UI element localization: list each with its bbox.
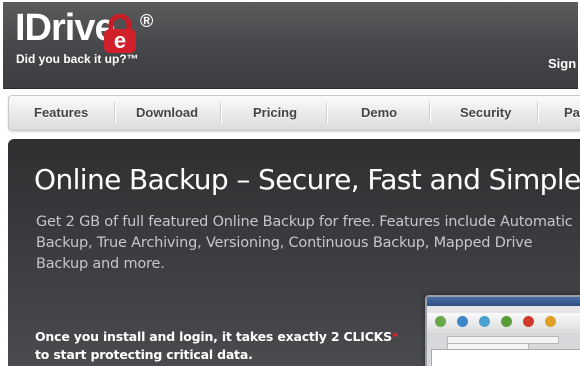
hero-cta-text: Once you install and login, it takes exa… [35,328,399,364]
restore-icon [457,316,468,327]
nav-item-pricing[interactable]: Pricing [253,96,297,130]
nav-divider [114,102,115,124]
search-icon [479,316,490,327]
hero-banner: Online Backup – Secure, Fast and Simple … [8,139,580,366]
nav-divider [326,102,327,124]
nav-item-features[interactable]: Features [34,96,88,130]
backup-icon [435,316,446,327]
padlock-icon: e [104,14,136,53]
nav-divider [220,102,221,124]
thumbnail-toolbar [427,313,580,333]
cta-asterisk: * [391,329,399,344]
logo-text: IDrive [15,7,116,49]
app-screenshot-thumbnail [425,295,580,366]
thumbnail-menubar [427,306,580,313]
cta-line-1: Once you install and login, it takes exa… [35,329,392,344]
svg-text:e: e [114,28,126,53]
settings-icon [545,316,556,327]
site-header: IDrive e ® Did you back it up?™ Sign [3,2,578,89]
sign-in-link[interactable]: Sign [548,56,576,71]
nav-divider [429,102,430,124]
registered-mark: ® [140,11,154,31]
cta-line-2: to start protecting critical data. [35,347,253,362]
nav-divider [537,102,538,124]
thumbnail-file-list [431,349,580,366]
nav-item-security[interactable]: Security [460,96,511,130]
hero-description: Get 2 GB of full featured Online Backup … [36,214,573,272]
tagline: Did you back it up?™ [16,52,139,66]
thumbnail-titlebar [427,297,580,306]
nav-item-partial[interactable]: Pa [564,96,580,130]
nav-item-download[interactable]: Download [136,96,198,130]
schedule-icon [501,316,512,327]
hero-title: Online Backup – Secure, Fast and Simple [34,163,580,196]
nav-item-demo[interactable]: Demo [361,96,397,130]
stop-icon [523,316,534,327]
main-nav: Features Download Pricing Demo Security … [8,95,580,131]
